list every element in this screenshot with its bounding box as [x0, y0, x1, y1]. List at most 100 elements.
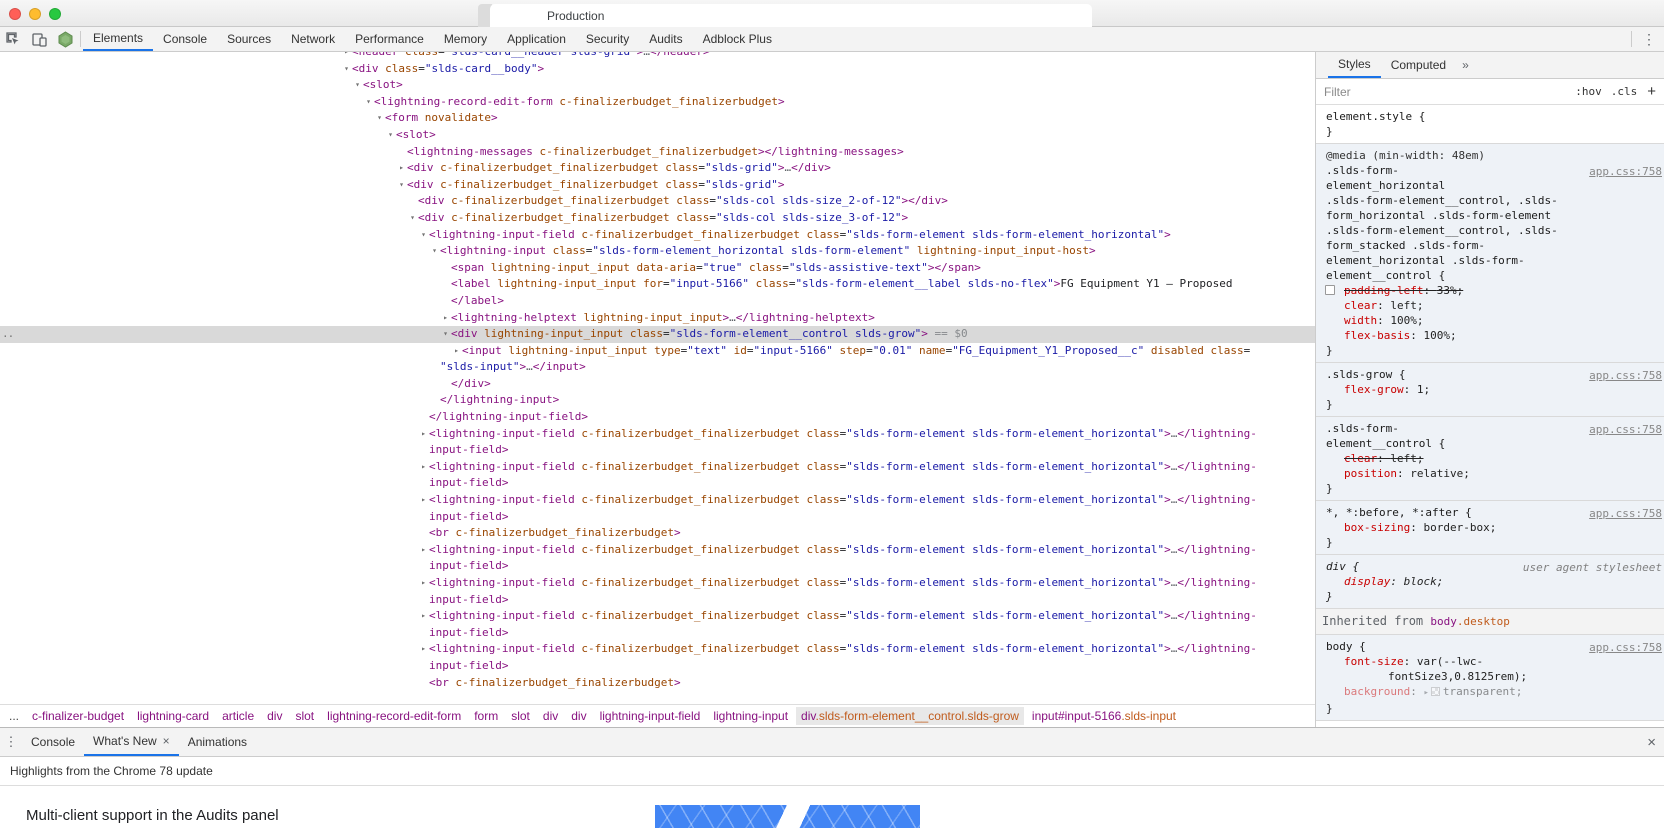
- expand-arrow-open-icon[interactable]: ▾: [385, 127, 396, 144]
- expand-arrow-closed-icon[interactable]: ▸: [418, 608, 429, 625]
- styles-filter-input[interactable]: [1322, 83, 1567, 100]
- tree-node[interactable]: ▸ <lightning-input-field c-finalizerbudge…: [0, 542, 1315, 559]
- whatsnew-promo-image[interactable]: [655, 805, 920, 828]
- tree-node[interactable]: input-field>: [0, 509, 1315, 526]
- drawer-tab-console[interactable]: Console: [22, 728, 84, 756]
- more-tabs-icon[interactable]: »: [1456, 52, 1475, 78]
- tree-node[interactable]: ▸ <lightning-input-field c-finalizerbudge…: [0, 426, 1315, 443]
- tab-audits[interactable]: Audits: [639, 27, 692, 51]
- tree-node[interactable]: </label>: [0, 293, 1315, 310]
- tab-memory[interactable]: Memory: [434, 27, 497, 51]
- tab-network[interactable]: Network: [281, 27, 345, 51]
- expand-value-icon[interactable]: ▸: [1423, 688, 1428, 698]
- breadcrumb-item[interactable]: lightning-card: [132, 707, 214, 725]
- stylesheet-link[interactable]: app.css:758: [1589, 506, 1662, 521]
- tree-node[interactable]: input-field>: [0, 592, 1315, 609]
- tree-node[interactable]: <br c-finalizerbudget_finalizerbudget>: [0, 675, 1315, 692]
- tree-node[interactable]: "slds-input">…</input>: [0, 359, 1315, 376]
- expand-arrow-closed-icon[interactable]: ▸: [418, 575, 429, 592]
- sidebar-tab-computed[interactable]: Computed: [1381, 52, 1456, 78]
- style-rule[interactable]: user agent stylesheet div {display: block…: [1316, 555, 1664, 609]
- expand-arrow-open-icon[interactable]: ▾: [363, 94, 374, 111]
- breadcrumb-item[interactable]: ...: [4, 707, 24, 725]
- new-style-rule-button[interactable]: +: [1647, 84, 1656, 99]
- breadcrumb-item[interactable]: c-finalizer-budget: [27, 707, 129, 725]
- expand-arrow-open-icon[interactable]: ▾: [407, 210, 418, 227]
- tree-node[interactable]: input-field>: [0, 558, 1315, 575]
- css-declaration[interactable]: padding-left: 33%;: [1325, 283, 1660, 298]
- expand-arrow-open-icon[interactable]: ▾: [429, 243, 440, 260]
- tree-node[interactable]: </lightning-input>: [0, 392, 1315, 409]
- expand-arrow-closed-icon[interactable]: ▸: [418, 641, 429, 658]
- breadcrumb-item[interactable]: lightning-input: [708, 707, 793, 725]
- tree-node[interactable]: ▾ <slot>: [0, 127, 1315, 144]
- tree-node[interactable]: ▸ <lightning-input-field c-finalizerbudge…: [0, 641, 1315, 658]
- stylesheet-link[interactable]: app.css:758: [1589, 422, 1662, 437]
- drawer-tab-animations[interactable]: Animations: [179, 728, 256, 756]
- css-declaration[interactable]: background: ▸ transparent;: [1326, 684, 1660, 701]
- style-rule[interactable]: app.css:758 body {font-size: var(--lwc-fo…: [1316, 635, 1664, 721]
- stylesheet-link[interactable]: app.css:758: [1589, 368, 1662, 383]
- css-declaration[interactable]: display: block;: [1326, 574, 1660, 589]
- tree-node[interactable]: input-field>: [0, 475, 1315, 492]
- property-checkbox[interactable]: [1325, 285, 1335, 295]
- style-rule[interactable]: app.css:758 *, *:before, *:after {box-siz…: [1316, 501, 1664, 555]
- tree-node[interactable]: <span lightning-input_input data-aria="t…: [0, 260, 1315, 277]
- stylesheet-link[interactable]: app.css:758: [1589, 164, 1662, 179]
- css-declaration[interactable]: flex-basis: 100%;: [1326, 328, 1660, 343]
- breadcrumb-item[interactable]: div: [566, 707, 591, 725]
- close-tab-icon[interactable]: ×: [163, 734, 170, 748]
- css-declaration[interactable]: position: relative;: [1326, 466, 1660, 481]
- tree-node[interactable]: <div c-finalizerbudget_finalizerbudget c…: [0, 193, 1315, 210]
- styles-rules-list[interactable]: element.style {} app.css:758 @media (min-w…: [1316, 105, 1664, 727]
- css-declaration[interactable]: box-sizing: border-box;: [1326, 520, 1660, 535]
- tab-elements[interactable]: Elements: [83, 27, 154, 51]
- css-declaration[interactable]: flex-grow: 1;: [1326, 382, 1660, 397]
- expand-arrow-closed-icon[interactable]: ▸: [440, 310, 451, 327]
- close-drawer-button[interactable]: ×: [1647, 728, 1656, 756]
- expand-arrow-open-icon[interactable]: ▾: [341, 61, 352, 78]
- tree-node[interactable]: ▾ <lightning-input class="slds-form-eleme…: [0, 243, 1315, 260]
- devtools-menu-button[interactable]: ⋮: [1634, 27, 1664, 51]
- breadcrumb-item[interactable]: lightning-record-edit-form: [322, 707, 466, 725]
- toggle-class-button[interactable]: .cls: [1611, 85, 1638, 98]
- expand-arrow-closed-icon[interactable]: ▸: [451, 343, 462, 360]
- toggle-hover-button[interactable]: :hov: [1575, 85, 1602, 98]
- breadcrumb-item[interactable]: div: [262, 707, 287, 725]
- device-toolbar-button[interactable]: [26, 27, 52, 51]
- expand-arrow-open-icon[interactable]: ▾: [396, 177, 407, 194]
- breadcrumb-item[interactable]: div.slds-form-element__control.slds-grow: [796, 707, 1024, 725]
- tree-node[interactable]: ▸ <input lightning-input_input type="text…: [0, 343, 1315, 360]
- zoom-window-button[interactable]: [49, 8, 61, 20]
- close-window-button[interactable]: [9, 8, 21, 20]
- expand-arrow-closed-icon[interactable]: ▸: [418, 426, 429, 443]
- tree-node[interactable]: ▾ <lightning-record-edit-form c-finalizer…: [0, 94, 1315, 111]
- tree-node[interactable]: ▸<header class="slds-card__header slds-g…: [0, 52, 1315, 61]
- minimize-window-button[interactable]: [29, 8, 41, 20]
- expand-arrow-closed-icon[interactable]: ▸: [418, 459, 429, 476]
- tree-node[interactable]: ▸ <lightning-input-field c-finalizerbudge…: [0, 575, 1315, 592]
- breadcrumb-item[interactable]: article: [217, 707, 259, 725]
- tree-node[interactable]: ▾ <form novalidate>: [0, 110, 1315, 127]
- tree-node[interactable]: ▸ <lightning-helptext lightning-input_inp…: [0, 310, 1315, 327]
- tree-node[interactable]: ▾ <lightning-input-field c-finalizerbudge…: [0, 227, 1315, 244]
- breadcrumb-item[interactable]: slot: [506, 707, 535, 725]
- tab-security[interactable]: Security: [576, 27, 639, 51]
- breadcrumb-item[interactable]: input#input-5166.slds-input: [1027, 707, 1181, 725]
- expand-arrow-closed-icon[interactable]: ▸: [341, 52, 352, 61]
- tree-node[interactable]: <br c-finalizerbudget_finalizerbudget>: [0, 525, 1315, 542]
- tree-node[interactable]: ▸ <div c-finalizerbudget_finalizerbudget …: [0, 160, 1315, 177]
- tree-node[interactable]: <label lightning-input_input for="input-…: [0, 276, 1315, 293]
- css-declaration[interactable]: clear: left;: [1326, 451, 1660, 466]
- inspect-element-button[interactable]: [0, 27, 26, 51]
- style-rule[interactable]: element.style {}: [1316, 105, 1664, 144]
- tree-node[interactable]: </lightning-input-field>: [0, 409, 1315, 426]
- tree-node[interactable]: ▸ <lightning-input-field c-finalizerbudge…: [0, 459, 1315, 476]
- style-rule[interactable]: app.css:758 @media (min-width: 48em) .slds…: [1316, 144, 1664, 363]
- drawer-tab-what-s-new[interactable]: What's New ×: [84, 728, 179, 756]
- tree-node[interactable]: ▾ <div c-finalizerbudget_finalizerbudget …: [0, 210, 1315, 227]
- drawer-menu-button[interactable]: ⋮: [0, 728, 22, 756]
- breadcrumb-item[interactable]: div: [538, 707, 563, 725]
- tree-node[interactable]: input-field>: [0, 658, 1315, 675]
- tree-node[interactable]: input-field>: [0, 625, 1315, 642]
